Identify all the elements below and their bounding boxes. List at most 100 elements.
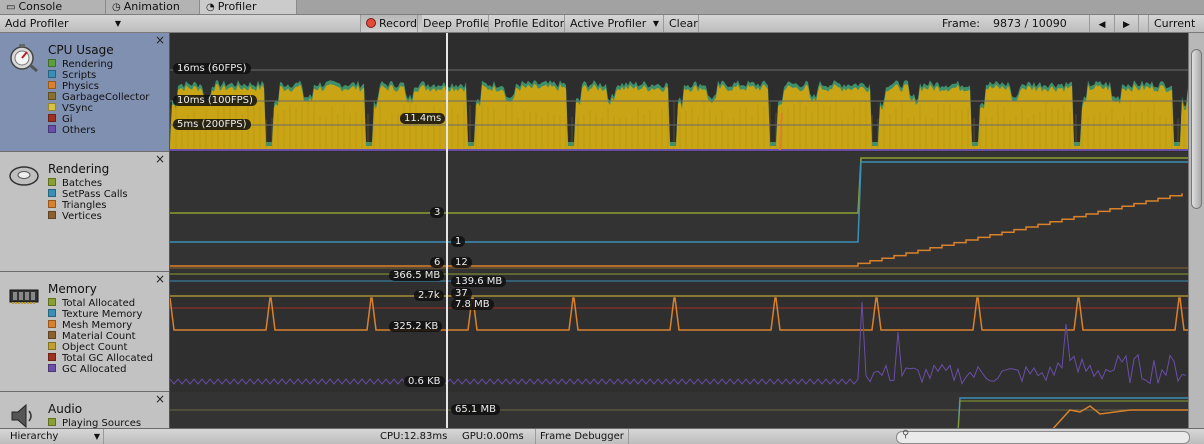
rendering-graph: [170, 157, 1188, 269]
add-profiler-dropdown[interactable]: Add Profiler ▼: [0, 15, 126, 32]
color-swatch: [48, 331, 56, 339]
module-audio[interactable]: Audio × Playing Sources: [0, 392, 169, 428]
gc-allocated-value: 0.6 KB: [404, 376, 445, 387]
gc-allocated-line: [170, 301, 1187, 385]
series-legend: Total Allocated Texture Memory Mesh Memo…: [48, 298, 153, 375]
legend-item[interactable]: GarbageCollector: [48, 92, 149, 103]
scrollbar-thumb[interactable]: [1191, 49, 1202, 209]
selected-frame-indicator[interactable]: [446, 33, 448, 428]
module-title: Memory: [48, 282, 97, 296]
color-swatch: [48, 125, 56, 133]
guide-label-10ms: 10ms (100FPS): [173, 95, 257, 106]
module-memory[interactable]: Memory × Total Allocated Texture Memory …: [0, 272, 169, 392]
record-button[interactable]: Record: [360, 15, 423, 32]
triangles-line: [170, 193, 1183, 267]
tab-animation[interactable]: ◷ Animation: [106, 0, 200, 14]
cpu-usage-icon: [10, 44, 38, 73]
record-icon: [366, 18, 376, 28]
series-legend: Batches SetPass Calls Triangles Vertices: [48, 178, 128, 222]
texture-memory-value: 139.6 MB: [451, 276, 507, 287]
audio-cpu-line: [1052, 405, 1188, 428]
color-swatch: [48, 103, 56, 111]
close-icon[interactable]: ×: [155, 34, 165, 46]
audio-sources-line: [957, 400, 1188, 428]
color-swatch: [48, 418, 56, 426]
legend-item[interactable]: Total GC Allocated: [48, 353, 153, 364]
color-swatch: [48, 211, 56, 219]
setpass-line: [170, 161, 1188, 243]
cpu-usage-chart[interactable]: 16ms (60FPS) 10ms (100FPS) 5ms (200FPS) …: [170, 33, 1188, 153]
audio-icon: [11, 403, 32, 428]
next-frame-button[interactable]: ▶: [1114, 15, 1139, 32]
module-cpu-usage[interactable]: CPU Usage × Rendering Scripts Physics Ga…: [0, 33, 169, 152]
triangles-value: 6: [430, 257, 445, 268]
series-legend: Rendering Scripts Physics GarbageCollect…: [48, 59, 149, 136]
rendering-chart[interactable]: 3 1 6 12: [170, 152, 1188, 273]
clear-button[interactable]: Clear: [663, 15, 699, 32]
close-icon[interactable]: ×: [155, 273, 165, 285]
legend-item[interactable]: GC Allocated: [48, 364, 153, 375]
legend-item[interactable]: Gi: [48, 114, 149, 125]
previous-frame-icon: ◀: [1098, 20, 1106, 30]
legend-item[interactable]: Vertices: [48, 211, 128, 222]
audio-chart[interactable]: 65.1 MB: [170, 392, 1188, 428]
legend-item[interactable]: Others: [48, 125, 149, 136]
mesh-memory-line: [170, 297, 1188, 331]
legend-item[interactable]: Physics: [48, 81, 149, 92]
legend-item[interactable]: Scripts: [48, 70, 149, 81]
legend-item[interactable]: Material Count: [48, 331, 153, 342]
frame-counter: 9873 / 10090: [993, 17, 1067, 30]
legend-item[interactable]: VSync: [48, 103, 149, 114]
tab-console[interactable]: ▭ Console: [0, 0, 106, 14]
profiler-charts[interactable]: 16ms (60FPS) 10ms (100FPS) 5ms (200FPS) …: [170, 33, 1188, 428]
memory-icon: [9, 289, 39, 304]
profile-editor-button[interactable]: Profile Editor: [488, 15, 569, 32]
module-rendering[interactable]: Rendering × Batches SetPass Calls Triang…: [0, 152, 169, 272]
series-legend: Playing Sources: [48, 418, 141, 428]
object-count-value: 2.7k: [414, 290, 444, 301]
chevron-down-icon: ▼: [93, 432, 100, 441]
module-title: Audio: [48, 402, 83, 416]
deep-profile-button[interactable]: Deep Profile: [417, 15, 495, 32]
color-swatch: [48, 81, 56, 89]
color-swatch: [48, 320, 56, 328]
window-tab-bar: ▭ Console ◷ Animation ◔ Profiler: [0, 0, 1204, 15]
close-icon[interactable]: ×: [155, 393, 165, 405]
frame-debugger-button[interactable]: Frame Debugger: [535, 429, 629, 444]
profiler-icon: ◔: [206, 2, 215, 13]
legend-item[interactable]: SetPass Calls: [48, 189, 128, 200]
legend-item[interactable]: Mesh Memory: [48, 320, 153, 331]
tab-profiler[interactable]: ◔ Profiler: [200, 0, 297, 14]
cpu-vsync-area: [170, 84, 1188, 150]
color-swatch: [48, 59, 56, 67]
cpu-usage-graph: [170, 69, 1188, 151]
close-icon[interactable]: ×: [155, 153, 165, 165]
legend-item[interactable]: Playing Sources: [48, 418, 141, 428]
memory-chart[interactable]: 366.5 MB 139.6 MB 2.7k 37 7.8 MB 325.2 K…: [170, 270, 1188, 393]
current-frame-button[interactable]: Current: [1148, 15, 1204, 32]
profiler-module-list: CPU Usage × Rendering Scripts Physics Ga…: [0, 33, 170, 428]
legend-item[interactable]: Triangles: [48, 200, 128, 211]
legend-item[interactable]: Texture Memory: [48, 309, 153, 320]
legend-item[interactable]: Object Count: [48, 342, 153, 353]
legend-item[interactable]: Rendering: [48, 59, 149, 70]
legend-item[interactable]: Batches: [48, 178, 128, 189]
active-profiler-dropdown[interactable]: Active Profiler ▼: [564, 15, 663, 32]
color-swatch: [48, 298, 56, 306]
previous-frame-button[interactable]: ◀: [1089, 15, 1114, 32]
search-input[interactable]: ⚲: [896, 429, 1190, 444]
batches-line: [170, 157, 1188, 214]
legend-item[interactable]: Total Allocated: [48, 298, 153, 309]
guide-label-16ms: 16ms (60FPS): [173, 63, 251, 74]
vertical-scrollbar[interactable]: [1188, 33, 1204, 428]
gpu-time-readout: GPU:0.00ms: [462, 431, 524, 442]
guide-label-5ms: 5ms (200FPS): [173, 119, 251, 130]
animation-icon: ◷: [112, 2, 121, 13]
chevron-down-icon: ▼: [652, 19, 659, 28]
color-swatch: [48, 70, 56, 78]
color-swatch: [48, 114, 56, 122]
color-swatch: [48, 178, 56, 186]
vertices-value: 12: [451, 257, 472, 268]
hierarchy-dropdown[interactable]: Hierarchy ▼: [0, 429, 104, 444]
color-swatch: [48, 353, 56, 361]
